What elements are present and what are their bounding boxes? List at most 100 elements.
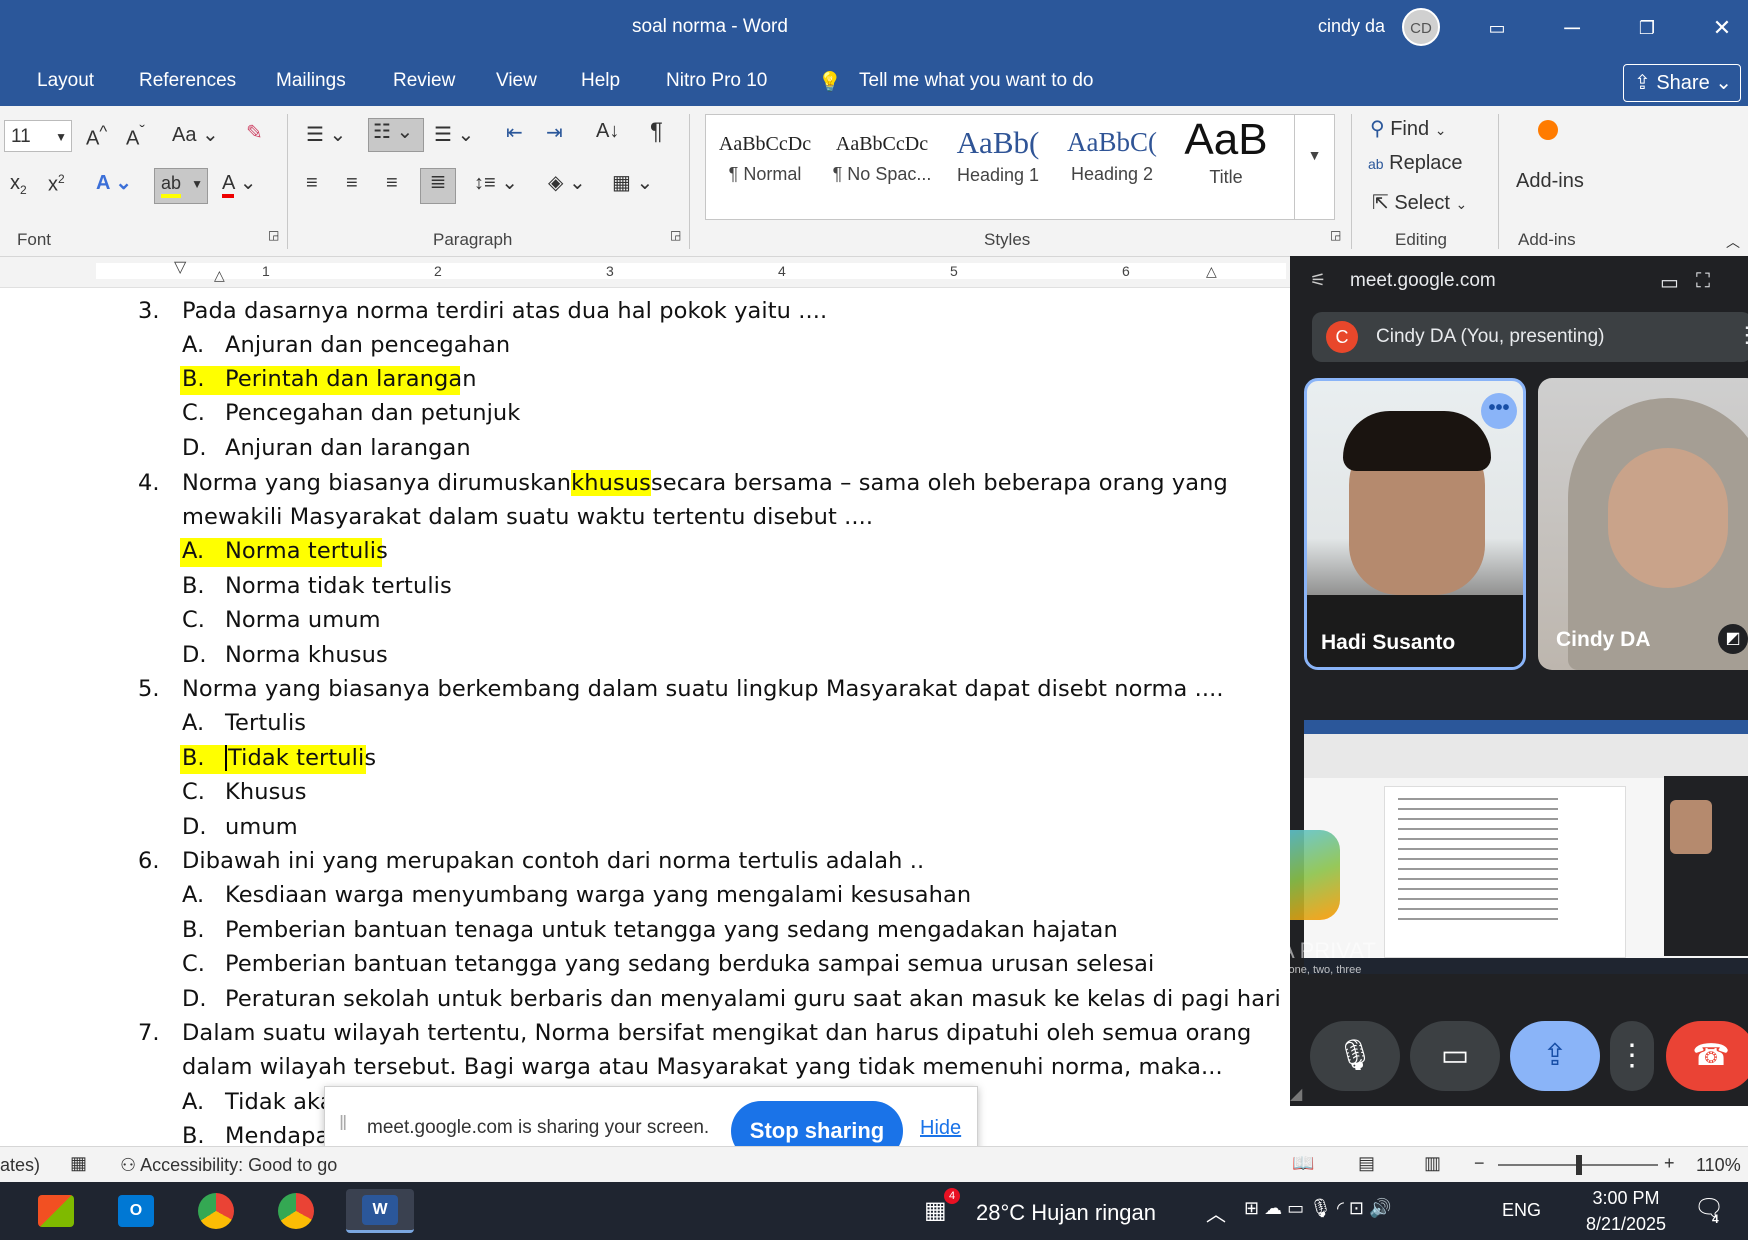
participant-tile-cindy[interactable]: Cindy DA ◩ [1538,378,1748,670]
pilcrow-icon[interactable]: ¶ [650,118,663,146]
multilevel-list-icon[interactable]: ☰ ⌄ [434,122,474,147]
clear-formatting-icon[interactable]: ✎ [246,120,263,145]
numbering-icon[interactable]: ☷ ⌄ [368,118,424,152]
styles-dialog-launcher-icon[interactable]: ◲ [1330,228,1341,242]
tile-more-icon[interactable]: ••• [1481,393,1517,429]
align-left-icon[interactable]: ≡ [306,172,318,195]
line-spacing-icon[interactable]: ↕≡ ⌄ [474,170,518,195]
style-no-spacing[interactable]: AaBbCcDc ¶ No Spac... [824,115,940,219]
bullets-icon[interactable]: ☰ ⌄ [306,122,346,147]
notification-icon[interactable]: 🗨 [1694,1194,1724,1223]
share-button[interactable]: ⇪ Share ⌄ [1623,64,1741,102]
increase-indent-icon[interactable]: ⇥ [546,120,563,145]
tray-icons[interactable]: ⊞ ☁ ▭ 🎙 ◜ ⊡ 🔊 [1244,1198,1391,1219]
store-app[interactable] [28,1189,84,1233]
tab-nitro[interactable]: Nitro Pro 10 [666,70,767,92]
change-case-icon[interactable]: Aa ⌄ [172,122,219,147]
sort-icon[interactable]: A↓ [596,120,619,143]
find-button[interactable]: ⚲ Find ⌄ [1370,116,1446,141]
minimize-icon[interactable]: ─ [1552,10,1592,46]
zoom-slider-thumb[interactable] [1576,1155,1582,1175]
language-indicator[interactable]: ENG [1502,1200,1541,1221]
paragraph-dialog-launcher-icon[interactable]: ◲ [670,228,681,242]
style-normal[interactable]: AaBbCcDc ¶ Normal [710,115,820,219]
read-mode-icon[interactable]: 📖 [1292,1153,1314,1174]
styles-more-icon[interactable]: ▼ [1294,115,1334,219]
collapse-ribbon-icon[interactable]: ︿ [1726,232,1740,252]
decrease-indent-icon[interactable]: ⇤ [506,120,523,145]
tab-view[interactable]: View [496,70,537,92]
tab-references[interactable]: References [139,70,236,92]
font-dialog-launcher-icon[interactable]: ◲ [268,228,279,242]
style-heading-1[interactable]: AaBb( Heading 1 [946,115,1050,219]
close-icon[interactable]: ✕ [1702,10,1742,46]
addins-icon[interactable] [1538,120,1558,140]
style-heading-2[interactable]: AaBbC( Heading 2 [1058,115,1166,219]
pip-icon[interactable]: ◩ [1718,624,1748,654]
document-page[interactable]: 3. Pada dasarnya norma terdiri atas dua … [0,288,1290,1146]
tab-mailings[interactable]: Mailings [276,70,346,92]
right-indent-icon[interactable]: △ [1206,263,1217,280]
hide-link[interactable]: Hide [920,1117,961,1140]
camera-button[interactable]: ▭ [1410,1021,1500,1091]
superscript-icon[interactable]: x2 [48,172,65,197]
tab-layout[interactable]: Layout [37,70,94,92]
web-layout-icon[interactable]: ▥ [1424,1153,1441,1174]
style-title[interactable]: AaB Title [1174,115,1278,219]
highlight-color-button[interactable]: ab ▼ [154,168,208,204]
addins-button[interactable]: Add-ins [1516,170,1584,193]
meet-panel[interactable]: ⚟ meet.google.com ▭ ⛶ C Cindy DA (You, p… [1290,256,1748,1106]
horizontal-ruler[interactable]: 1 2 3 4 5 6 ▽ △ △ [0,257,1290,288]
font-color-icon[interactable]: A ⌄ [222,170,257,198]
participant-tile-hadi[interactable]: ••• Hadi Susanto [1304,378,1526,670]
outlook-app[interactable]: O [108,1189,164,1233]
word-count-icon[interactable]: ▦ [70,1153,87,1174]
indent-marker-icon[interactable]: ▽ [174,257,186,277]
drag-handle-icon[interactable]: ‖ [339,1113,347,1136]
text-effects-icon[interactable]: A ⌄ [96,170,132,195]
more-options-icon[interactable]: ⋮ [1736,322,1748,348]
ribbon-display-icon[interactable]: ▭ [1477,10,1517,46]
zoom-out-icon[interactable]: − [1474,1153,1485,1174]
tab-review[interactable]: Review [393,70,455,92]
clock-date[interactable]: 8/21/2025 [1576,1214,1676,1235]
chrome-profile-app[interactable] [268,1189,324,1233]
settings-icon[interactable]: ⚟ [1310,270,1326,291]
chevron-up-icon[interactable]: ︿ [1206,1198,1226,1227]
align-center-icon[interactable]: ≡ [346,172,358,195]
weather-icon[interactable]: ▦ [924,1196,947,1225]
present-button[interactable]: ⇪ [1510,1021,1600,1091]
tab-help[interactable]: Help [581,70,620,92]
replace-button[interactable]: ab Replace [1368,152,1463,175]
weather-text[interactable]: 28°C Hujan ringan [976,1200,1156,1226]
leave-call-button[interactable]: ☎ [1666,1021,1748,1091]
shading-icon[interactable]: ◈ ⌄ [548,170,586,195]
restore-icon[interactable]: ❐ [1627,10,1667,46]
tell-me-search[interactable]: Tell me what you want to do [859,70,1093,92]
presenting-bar[interactable]: C Cindy DA (You, presenting) ⋮ [1312,312,1748,362]
borders-icon[interactable]: ▦ ⌄ [612,170,653,195]
print-layout-icon[interactable]: ▤ [1358,1153,1375,1174]
subscript-icon[interactable]: x2 [10,172,27,197]
word-app[interactable]: W [346,1189,414,1233]
mic-button[interactable]: 🎙 [1310,1021,1400,1091]
justify-icon[interactable]: ≣ [420,168,456,204]
expand-icon[interactable]: ⛶ [1696,270,1710,293]
zoom-level[interactable]: 110% [1696,1155,1741,1176]
avatar[interactable]: CD [1402,8,1440,46]
resize-handle-icon[interactable]: ◢ [1290,1084,1302,1104]
screen-share-preview[interactable] [1304,720,1748,974]
more-actions-button[interactable]: ⋮ [1610,1021,1654,1091]
accessibility-status[interactable]: ⚇ Accessibility: Good to go [120,1155,337,1176]
status-left-text[interactable]: ates) [0,1155,40,1176]
shrink-font-icon[interactable]: Aˇ [126,122,145,151]
clock-time[interactable]: 3:00 PM [1586,1188,1666,1209]
left-indent-icon[interactable]: △ [214,267,225,284]
chrome-app[interactable] [188,1189,244,1233]
zoom-in-icon[interactable]: + [1664,1153,1675,1174]
font-size-select[interactable]: 11 ▼ [4,120,72,152]
select-button[interactable]: ⇱ Select ⌄ [1372,190,1467,215]
grow-font-icon[interactable]: A^ [86,122,107,151]
align-right-icon[interactable]: ≡ [386,172,398,195]
camera-small-icon[interactable]: ▭ [1660,270,1679,295]
